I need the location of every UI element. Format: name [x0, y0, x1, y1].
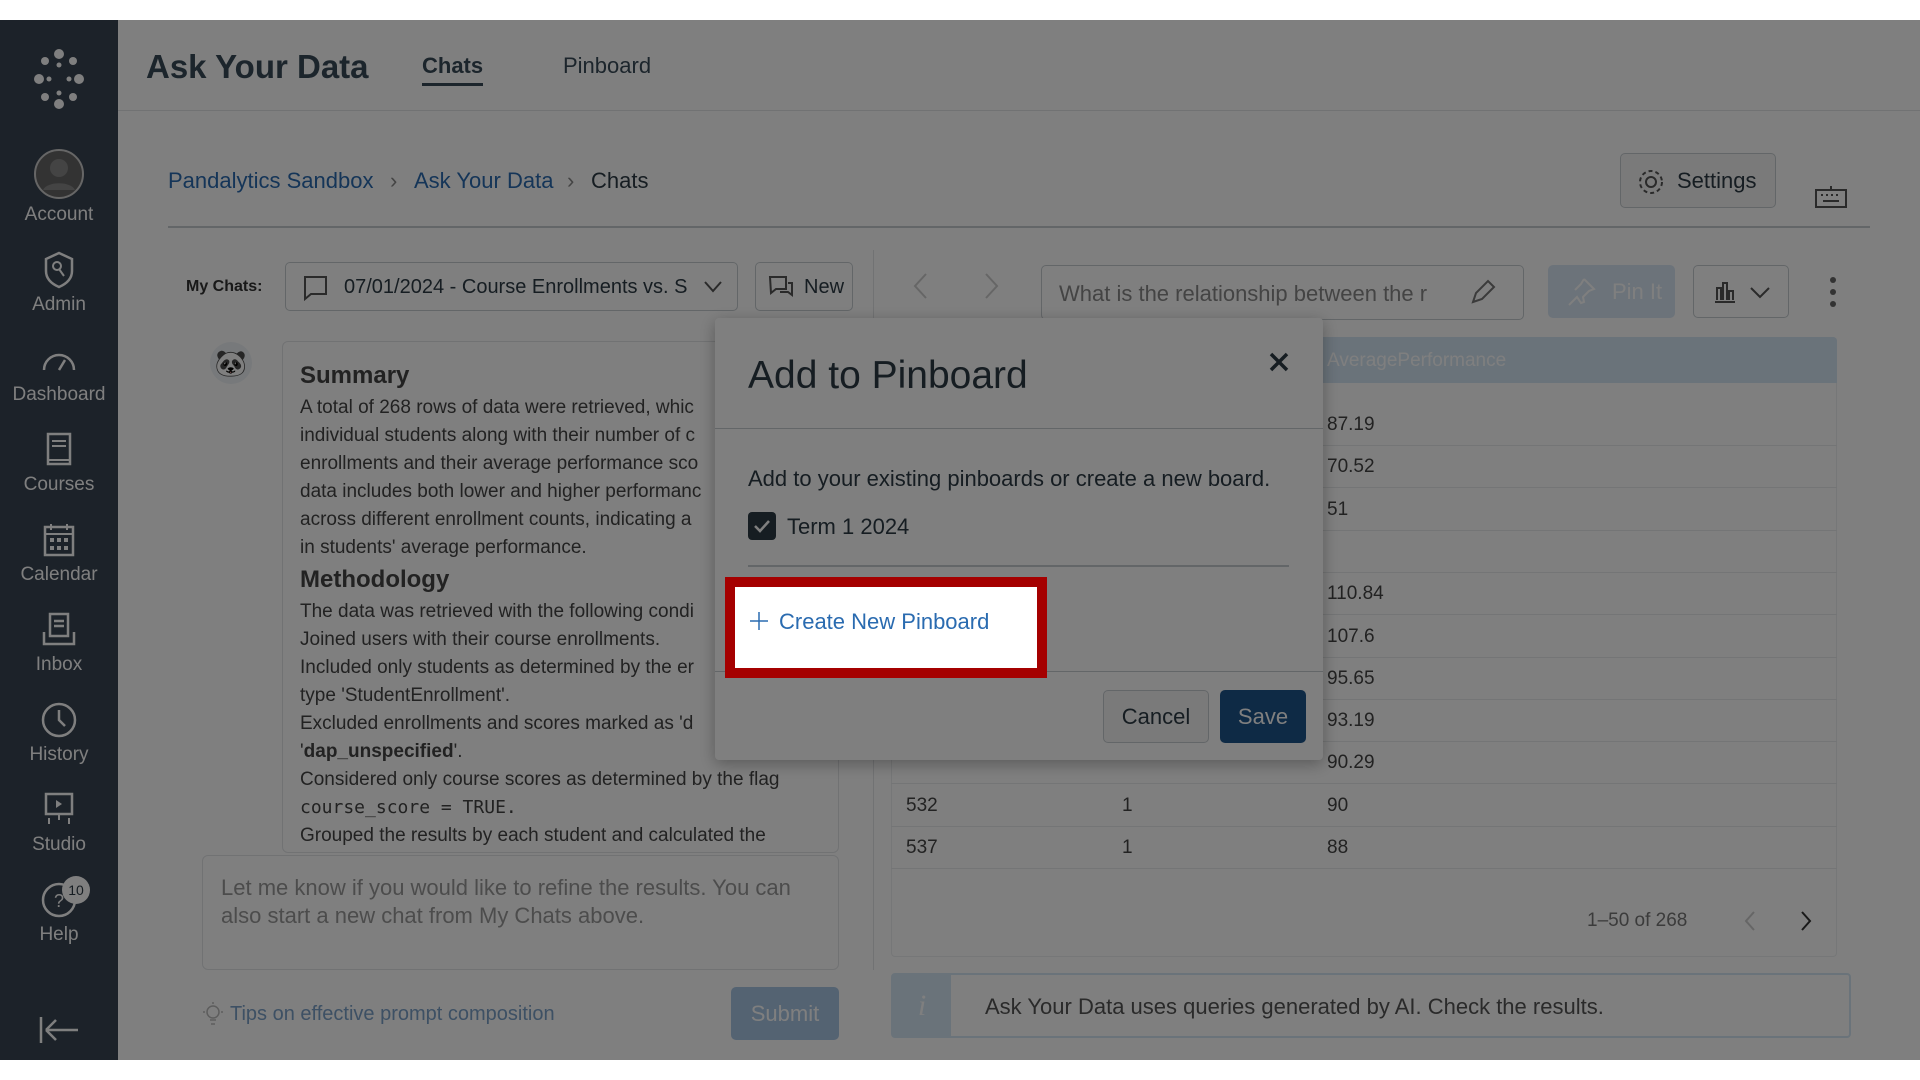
highlight-box: Create New Pinboard	[725, 577, 1047, 678]
create-new-pinboard-button[interactable]: Create New Pinboard	[749, 609, 989, 635]
dim-overlay	[0, 20, 1920, 1060]
create-label: Create New Pinboard	[779, 609, 990, 634]
plus-icon	[750, 612, 768, 630]
